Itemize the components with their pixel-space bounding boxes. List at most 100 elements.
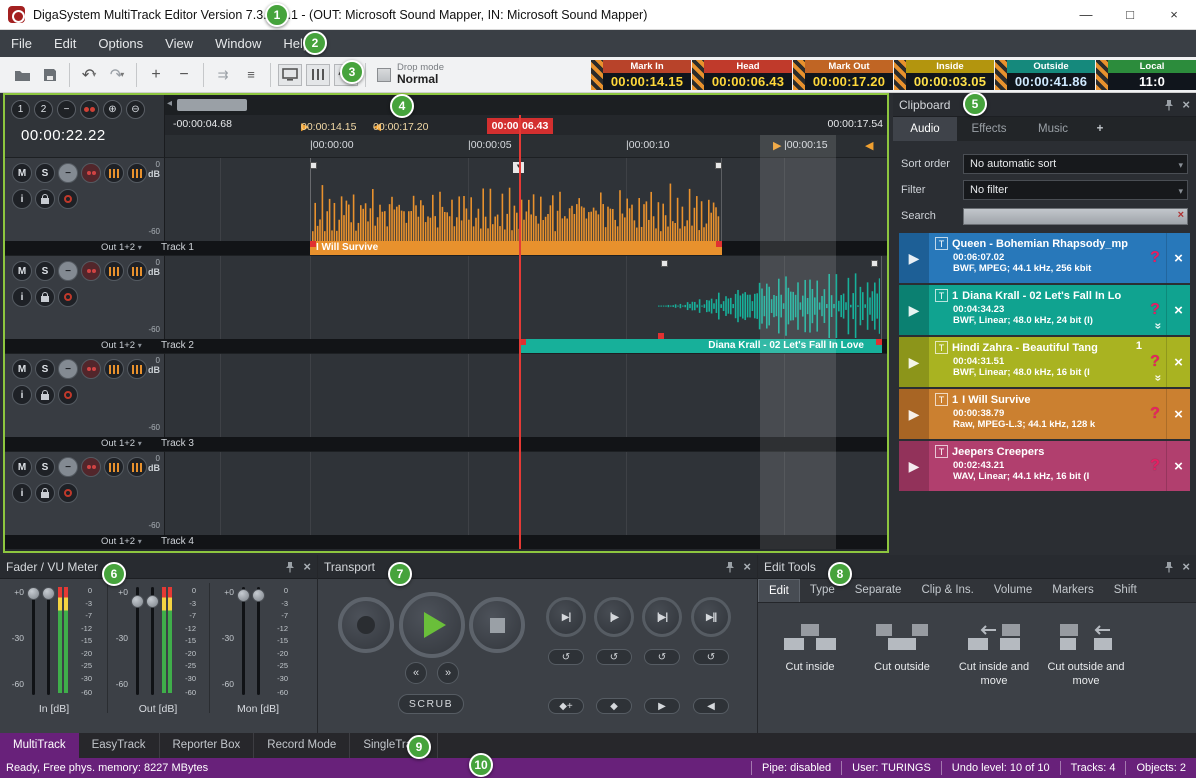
tab-audio[interactable]: Audio: [893, 117, 957, 141]
tab-record-mode[interactable]: Record Mode: [254, 733, 350, 758]
cut-inside-button[interactable]: Cut inside: [766, 611, 854, 723]
clip-title-bar[interactable]: Diana Krall - 02 Let's Fall In Love: [520, 339, 882, 353]
output-selector[interactable]: Out 1+2 ▾: [101, 438, 142, 449]
tab-edit[interactable]: Edit: [758, 579, 800, 602]
tab-volume[interactable]: Volume: [984, 579, 1042, 602]
vu-meter-button[interactable]: [104, 359, 124, 379]
output-selector[interactable]: Out 1+2 ▾: [101, 536, 142, 547]
clip-handle[interactable]: [715, 162, 722, 169]
remove-button[interactable]: ×: [1166, 389, 1190, 439]
cut-inside-move-button[interactable]: Cut inside and move: [950, 611, 1038, 723]
vu-meter-button[interactable]: [104, 261, 124, 281]
output-selector[interactable]: Out 1+2 ▾: [101, 242, 142, 253]
play-button[interactable]: ▶: [899, 233, 929, 283]
record-indicator-button[interactable]: [58, 189, 78, 209]
menu-file[interactable]: File: [0, 30, 43, 57]
tab-add[interactable]: +: [1085, 117, 1115, 141]
snap-mode-button[interactable]: ⇉: [210, 62, 236, 88]
mute-button[interactable]: M: [12, 457, 32, 477]
clipboard-item[interactable]: ▶ T Jeepers Creepers 00:02:43.21 WAV, Li…: [899, 441, 1190, 491]
fader-knob[interactable]: [42, 587, 55, 600]
record-ready-button[interactable]: [80, 100, 99, 119]
menu-options[interactable]: Options: [87, 30, 154, 57]
add-marker-button[interactable]: ◆+: [548, 698, 584, 714]
audio-clip[interactable]: [658, 256, 882, 340]
track-lane[interactable]: [165, 353, 887, 437]
step-back-button[interactable]: «: [405, 662, 427, 684]
pin-icon[interactable]: [1164, 99, 1174, 111]
step-forward-button[interactable]: »: [437, 662, 459, 684]
play-button[interactable]: [399, 592, 465, 658]
collapse-all-button[interactable]: −: [57, 100, 76, 119]
view-2-button[interactable]: 2: [34, 100, 53, 119]
menu-window[interactable]: Window: [204, 30, 272, 57]
prev-marker-button[interactable]: ◀: [693, 698, 729, 714]
fader-knob[interactable]: [27, 587, 40, 600]
maximize-button[interactable]: □: [1108, 0, 1152, 29]
help-icon[interactable]: ?: [1144, 441, 1166, 491]
search-input[interactable]: ×: [963, 208, 1188, 225]
lock-button[interactable]: [35, 189, 55, 209]
record-indicator-button[interactable]: [58, 385, 78, 405]
tab-reporter-box[interactable]: Reporter Box: [160, 733, 255, 758]
lock-button[interactable]: [35, 287, 55, 307]
close-icon[interactable]: ×: [743, 559, 751, 574]
playhead[interactable]: [519, 115, 521, 549]
mute-button[interactable]: M: [12, 261, 32, 281]
mixer-view-button[interactable]: [306, 64, 330, 86]
redo-button[interactable]: ↷▾: [104, 62, 130, 88]
scrub-button[interactable]: SCRUB: [398, 694, 464, 714]
clip-title-bar[interactable]: I Will Survive: [310, 241, 722, 255]
solo-button[interactable]: S: [35, 261, 55, 281]
stop-button[interactable]: [469, 597, 525, 653]
add-button[interactable]: +: [143, 62, 169, 88]
clipboard-item[interactable]: ▶ T 1 Diana Krall - 02 Let's Fall In Lo …: [899, 285, 1190, 335]
tab-clip-ins[interactable]: Clip & Ins.: [911, 579, 983, 602]
play-button[interactable]: ▶: [899, 441, 929, 491]
remove-button[interactable]: ×: [1166, 233, 1190, 283]
scroll-left-icon[interactable]: ◂: [167, 98, 172, 109]
collapse-button[interactable]: −: [58, 261, 78, 281]
marker-button[interactable]: ◆: [596, 698, 632, 714]
record-arm-button[interactable]: [81, 163, 101, 183]
pin-icon[interactable]: [725, 561, 735, 573]
fader-slider[interactable]: [26, 585, 41, 697]
clip-edge-handle[interactable]: [716, 241, 722, 247]
cut-outside-button[interactable]: Cut outside: [858, 611, 946, 723]
timeline-scrollbar[interactable]: [177, 99, 247, 111]
vu-meter-button[interactable]: [104, 457, 124, 477]
pin-icon[interactable]: [1164, 561, 1174, 573]
loop-button-1[interactable]: ↺: [548, 649, 584, 665]
clipboard-item[interactable]: ▶ T Queen - Bohemian Rhapsody_mp 00:06:0…: [899, 233, 1190, 283]
play-button[interactable]: ▶: [899, 285, 929, 335]
track-lane[interactable]: ▾: [165, 157, 887, 241]
fader-knob[interactable]: [131, 595, 144, 608]
list-mode-button[interactable]: ≡: [238, 62, 264, 88]
play-selection-button[interactable]: ▶||: [691, 597, 731, 637]
loop-button-4[interactable]: ↺: [693, 649, 729, 665]
pin-icon[interactable]: [285, 561, 295, 573]
solo-button[interactable]: S: [35, 359, 55, 379]
lock-button[interactable]: [35, 483, 55, 503]
collapse-button[interactable]: −: [58, 163, 78, 183]
clipboard-item[interactable]: ▶ T Hindi Zahra - Beautiful Tang 1 00:04…: [899, 337, 1190, 387]
clip-handle[interactable]: [661, 260, 668, 267]
vu-meter-button[interactable]: [104, 163, 124, 183]
record-indicator-button[interactable]: [58, 483, 78, 503]
play-button[interactable]: ▶: [899, 337, 929, 387]
fader-knob[interactable]: [146, 595, 159, 608]
info-button[interactable]: i: [12, 483, 32, 503]
record-indicator-button[interactable]: [58, 287, 78, 307]
collapse-button[interactable]: −: [58, 359, 78, 379]
mark-in-flag[interactable]: ▶: [773, 139, 781, 152]
lock-button[interactable]: [35, 385, 55, 405]
tab-separate[interactable]: Separate: [845, 579, 912, 602]
fader-knob[interactable]: [237, 589, 250, 602]
timeline-scroll-strip[interactable]: ◂: [165, 95, 887, 115]
info-button[interactable]: i: [12, 287, 32, 307]
timeline-ruler[interactable]: |00:00:00 |00:00:05 |00:00:10 |00:00:15 …: [165, 135, 887, 157]
remove-button[interactable]: ×: [1166, 441, 1190, 491]
fader-slider[interactable]: [145, 585, 160, 697]
tab-shift[interactable]: Shift: [1104, 579, 1147, 602]
close-icon[interactable]: ×: [303, 559, 311, 574]
